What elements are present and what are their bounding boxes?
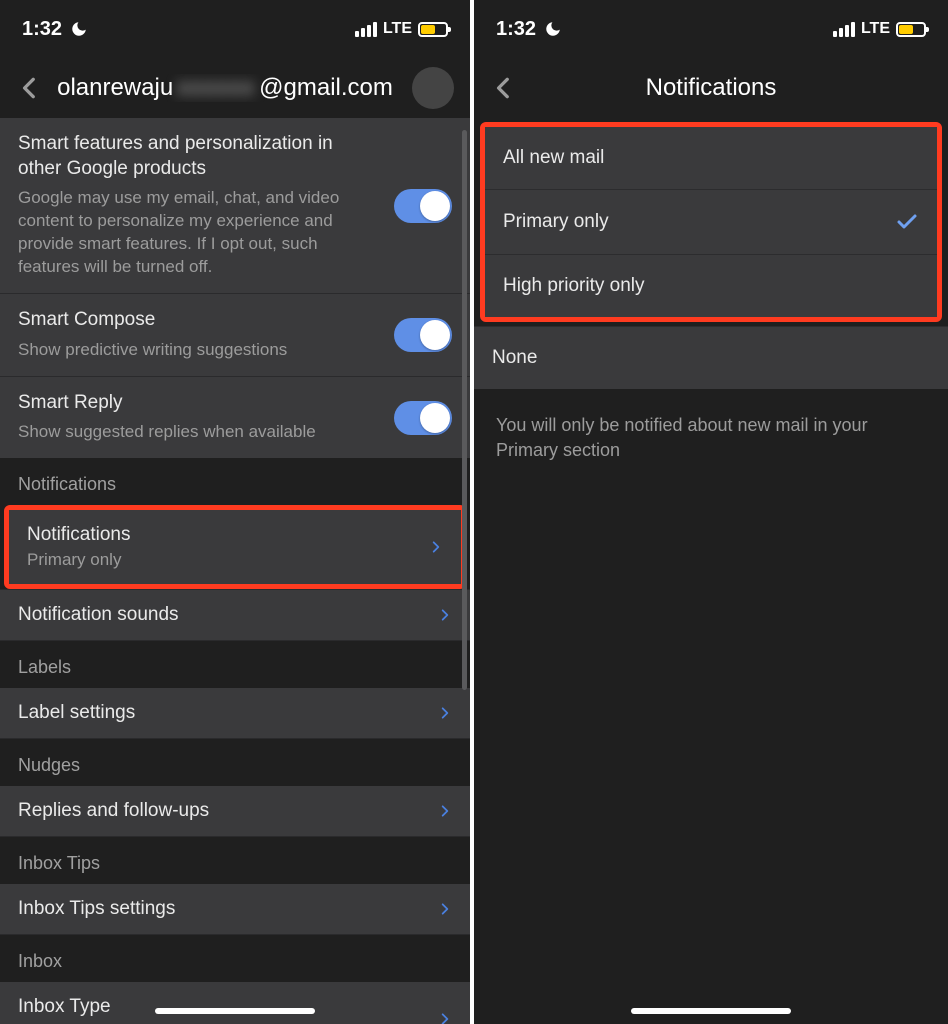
notification-sounds-row[interactable]: Notification sounds [0, 589, 470, 641]
smart-compose-title: Smart Compose [18, 308, 380, 333]
back-button[interactable] [490, 74, 518, 102]
smart-compose-row[interactable]: Smart Compose Show predictive writing su… [0, 294, 470, 377]
option-all-new-mail[interactable]: All new mail [485, 127, 937, 190]
options-highlight: All new mail Primary only High priority … [480, 122, 942, 322]
inbox-tips-settings-row[interactable]: Inbox Tips settings [0, 884, 470, 935]
notifications-highlight: Notifications Primary only [4, 505, 466, 589]
section-header-nudges: Nudges [0, 739, 470, 786]
signal-bars-icon [833, 22, 855, 37]
home-indicator[interactable] [155, 1008, 315, 1014]
inbox-type-title: Inbox Type [18, 996, 118, 1018]
notifications-subtitle: Primary only [27, 550, 131, 570]
label-settings-title: Label settings [18, 702, 135, 724]
network-label: LTE [861, 20, 890, 38]
notifications-row[interactable]: Notifications Primary only [9, 510, 461, 584]
chevron-left-icon [491, 75, 517, 101]
email-prefix: olanrewaju [57, 74, 173, 102]
option-primary-only[interactable]: Primary only [485, 190, 937, 255]
smart-reply-toggle[interactable] [394, 401, 452, 435]
option-none[interactable]: None [474, 326, 948, 389]
email-suffix: @gmail.com [259, 74, 393, 102]
option-label: None [492, 347, 537, 369]
smart-reply-title: Smart Reply [18, 391, 380, 416]
section-header-inbox: Inbox [0, 935, 470, 982]
smart-personalization-row[interactable]: Smart features and personalization in ot… [0, 118, 470, 294]
dnd-moon-icon [70, 20, 88, 38]
options-footer-text: You will only be notified about new mail… [474, 389, 948, 487]
nav-header: olanrewaju xxxxxx @gmail.com [0, 58, 470, 118]
scrollbar[interactable] [462, 130, 467, 690]
avatar[interactable] [412, 67, 454, 109]
home-indicator[interactable] [631, 1008, 791, 1014]
check-icon [895, 210, 919, 234]
chevron-right-icon [438, 804, 452, 818]
smart-compose-subtitle: Show predictive writing suggestions [18, 339, 380, 362]
status-bar: 1:32 LTE [0, 0, 470, 58]
chevron-right-icon [438, 902, 452, 916]
smart-personalization-toggle[interactable] [394, 189, 452, 223]
chevron-right-icon [438, 706, 452, 720]
smart-personalization-title: Smart features and personalization in ot… [18, 132, 380, 181]
battery-icon [418, 22, 448, 37]
smart-personalization-subtitle: Google may use my email, chat, and video… [18, 187, 380, 279]
nav-header: Notifications [474, 58, 948, 118]
option-label: All new mail [503, 147, 604, 169]
section-header-inbox-tips: Inbox Tips [0, 837, 470, 884]
left-screenshot: 1:32 LTE olanrewaju xxxxxx @gmail.com S [0, 0, 474, 1024]
smart-reply-subtitle: Show suggested replies when available [18, 421, 380, 444]
chevron-right-icon [438, 1012, 452, 1024]
battery-icon [896, 22, 926, 37]
section-header-notifications: Notifications [0, 458, 470, 505]
email-redacted: xxxxxx [173, 74, 259, 102]
option-label: Primary only [503, 211, 609, 233]
replies-followups-row[interactable]: Replies and follow-ups [0, 786, 470, 837]
inbox-tips-settings-title: Inbox Tips settings [18, 898, 175, 920]
chevron-right-icon [438, 608, 452, 622]
chevron-right-icon [429, 540, 443, 554]
chevron-left-icon [17, 75, 43, 101]
status-bar: 1:32 LTE [474, 0, 948, 58]
option-high-priority[interactable]: High priority only [485, 255, 937, 317]
network-label: LTE [383, 20, 412, 38]
back-button[interactable] [16, 74, 44, 102]
option-label: High priority only [503, 275, 645, 297]
label-settings-row[interactable]: Label settings [0, 688, 470, 739]
right-screenshot: 1:32 LTE Notifications All new mail Prim… [474, 0, 948, 1024]
signal-bars-icon [355, 22, 377, 37]
notification-sounds-title: Notification sounds [18, 604, 179, 626]
status-time: 1:32 [22, 18, 62, 41]
smart-compose-toggle[interactable] [394, 318, 452, 352]
inbox-type-row[interactable]: Inbox Type Default Inbox [0, 982, 470, 1024]
smart-reply-row[interactable]: Smart Reply Show suggested replies when … [0, 377, 470, 459]
page-title: Notifications [530, 74, 892, 102]
section-header-labels: Labels [0, 641, 470, 688]
dnd-moon-icon [544, 20, 562, 38]
status-time: 1:32 [496, 18, 536, 41]
replies-followups-title: Replies and follow-ups [18, 800, 209, 822]
notifications-title: Notifications [27, 524, 131, 546]
page-title-email: olanrewaju xxxxxx @gmail.com [56, 74, 394, 102]
